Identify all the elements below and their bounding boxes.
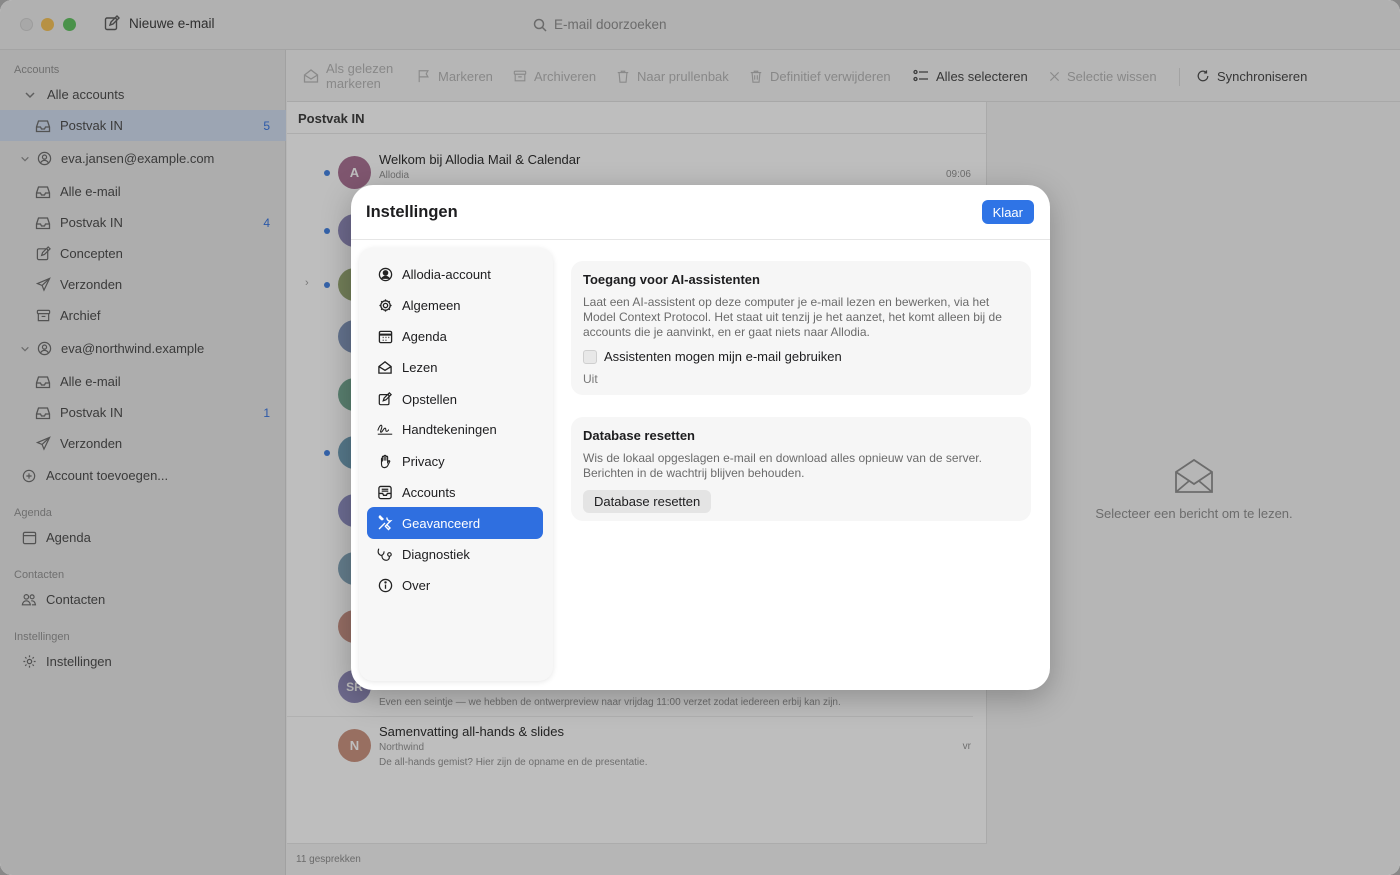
ai-access-status: Uit xyxy=(583,372,598,386)
settings-nav-label: Diagnostiek xyxy=(402,546,470,562)
settings-nav-label: Accounts xyxy=(402,484,456,500)
database-reset-card: Database resetten Wis de lokaal opgeslag… xyxy=(571,417,1031,521)
ai-access-card: Toegang voor AI-assistenten Laat een AI-… xyxy=(571,261,1031,395)
tools-icon xyxy=(377,515,393,531)
database-reset-description: Wis de lokaal opgeslagen e-mail en downl… xyxy=(583,451,982,480)
settings-nav-allodia-account[interactable]: Allodia-account xyxy=(367,258,543,290)
settings-nav-privacy[interactable]: Privacy xyxy=(367,445,543,477)
settings-nav-label: Opstellen xyxy=(402,391,457,407)
settings-nav-general[interactable]: Algemeen xyxy=(367,289,543,321)
settings-nav-diagnostics[interactable]: Diagnostiek xyxy=(367,538,543,570)
settings-nav-reading[interactable]: Lezen xyxy=(367,351,543,383)
hand-raised-icon xyxy=(377,453,393,469)
settings-nav-compose[interactable]: Opstellen xyxy=(367,383,543,415)
settings-nav-about[interactable]: Over xyxy=(367,569,543,601)
settings-nav-label: Agenda xyxy=(402,328,447,344)
done-button[interactable]: Klaar xyxy=(981,200,1034,224)
settings-dialog: Instellingen Klaar Allodia-account Algem… xyxy=(351,185,1050,690)
gear-icon xyxy=(377,297,393,313)
tray-icon xyxy=(377,484,393,500)
compose-icon xyxy=(377,391,393,407)
ai-access-checkbox-label: Assistenten mogen mijn e-mail gebruiken xyxy=(604,349,842,364)
person-circle-icon xyxy=(377,266,393,282)
info-circle-icon xyxy=(377,577,393,593)
settings-nav-label: Over xyxy=(402,577,431,593)
settings-nav-label: Privacy xyxy=(402,453,445,469)
settings-nav-label: Lezen xyxy=(402,359,438,375)
settings-nav-signatures[interactable]: Handtekeningen xyxy=(367,413,543,445)
envelope-open-icon xyxy=(377,359,393,375)
signature-icon xyxy=(377,421,393,437)
ai-access-description: Laat een AI-assistent op deze computer j… xyxy=(583,295,1002,339)
settings-nav-label: Algemeen xyxy=(402,297,461,313)
ai-access-checkbox[interactable]: Assistenten mogen mijn e-mail gebruiken xyxy=(583,349,1019,364)
settings-nav-accounts[interactable]: Accounts xyxy=(367,476,543,508)
settings-nav-advanced[interactable]: Geavanceerd xyxy=(367,507,543,539)
settings-nav-label: Geavanceerd xyxy=(402,515,481,531)
settings-nav-agenda[interactable]: Agenda xyxy=(367,320,543,352)
calendar-icon xyxy=(377,328,393,344)
settings-navigation: Allodia-account Algemeen Agenda Lezen Op… xyxy=(359,248,553,681)
database-reset-title: Database resetten xyxy=(583,428,695,443)
stethoscope-icon xyxy=(377,546,393,562)
mail-window: Nieuwe e-mail E-mail doorzoeken Accounts… xyxy=(0,0,1400,875)
dialog-header: Instellingen Klaar xyxy=(351,185,1050,240)
settings-nav-label: Handtekeningen xyxy=(402,421,497,437)
ai-access-title: Toegang voor AI-assistenten xyxy=(583,272,760,287)
dialog-title: Instellingen xyxy=(366,203,458,221)
settings-nav-label: Allodia-account xyxy=(402,266,491,282)
checkbox-box[interactable] xyxy=(583,349,597,364)
database-reset-button[interactable]: Database resetten xyxy=(583,490,712,513)
